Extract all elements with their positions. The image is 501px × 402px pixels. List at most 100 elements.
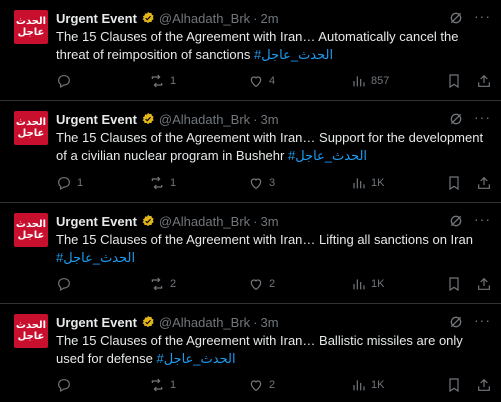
tweet-text: The 15 Clauses of the Agreement with Ira… xyxy=(56,231,490,267)
reply-icon xyxy=(58,379,70,393)
reply-icon xyxy=(58,75,70,89)
tweet[interactable]: الحدث عاجل Urgent Event @Alhadath_Brk · 3… xyxy=(0,304,501,402)
tweet-text: The 15 Clauses of the Agreement with Ira… xyxy=(56,28,490,64)
tweet-actions: 2 2 1K xyxy=(56,275,496,293)
more-icon[interactable]: ··· xyxy=(474,313,492,331)
views-count: 1K xyxy=(371,278,385,290)
like-button[interactable]: 2 xyxy=(248,376,275,394)
more-icon[interactable]: ··· xyxy=(474,212,492,230)
tweet[interactable]: الحدث عاجل Urgent Event @Alhadath_Brk · 3… xyxy=(0,101,501,203)
like-button[interactable]: 2 xyxy=(248,275,275,293)
views-count: 857 xyxy=(371,75,390,87)
tweet-body: The 15 Clauses of the Agreement with Ira… xyxy=(56,130,484,163)
views-icon xyxy=(353,380,365,391)
bookmark-button[interactable] xyxy=(446,72,462,90)
share-icon xyxy=(478,176,490,189)
share-icon xyxy=(478,378,490,391)
author-handle[interactable]: @Alhadath_Brk xyxy=(159,315,250,330)
bookmark-icon xyxy=(449,277,459,292)
reply-button[interactable] xyxy=(56,376,77,394)
tweet[interactable]: الحدث عاجل Urgent Event @Alhadath_Brk · 2… xyxy=(0,0,501,101)
repost-icon xyxy=(151,74,163,88)
hashtag-link[interactable]: #الحدث_عاجل xyxy=(156,351,235,366)
like-button[interactable]: 4 xyxy=(248,72,275,90)
hashtag-link[interactable]: #الحدث_عاجل xyxy=(254,47,333,62)
tweet[interactable]: الحدث عاجل Urgent Event @Alhadath_Brk · 3… xyxy=(0,203,501,304)
repost-button[interactable]: 1 xyxy=(149,376,176,394)
timeline-feed: الحدث عاجل Urgent Event @Alhadath_Brk · 2… xyxy=(0,0,501,402)
like-icon xyxy=(250,178,262,190)
tweet-text: The 15 Clauses of the Agreement with Ira… xyxy=(56,129,490,165)
tweet-header: Urgent Event @Alhadath_Brk · 3m xyxy=(56,212,279,230)
reply-icon xyxy=(58,278,70,292)
share-button[interactable] xyxy=(476,376,492,394)
author-name[interactable]: Urgent Event xyxy=(56,315,137,330)
grok-icon[interactable] xyxy=(448,314,464,330)
like-count: 2 xyxy=(269,379,276,391)
timestamp[interactable]: 3m xyxy=(261,315,279,330)
author-name[interactable]: Urgent Event xyxy=(56,112,137,127)
share-button[interactable] xyxy=(476,174,492,192)
bookmark-button[interactable] xyxy=(446,376,462,394)
repost-count: 2 xyxy=(170,278,177,290)
reply-count: 1 xyxy=(77,177,84,189)
like-button[interactable]: 3 xyxy=(248,174,275,192)
repost-count: 1 xyxy=(170,177,177,189)
tweet-header: Urgent Event @Alhadath_Brk · 3m xyxy=(56,313,279,331)
more-icon[interactable]: ··· xyxy=(474,9,492,27)
repost-button[interactable]: 2 xyxy=(149,275,176,293)
avatar[interactable]: الحدث عاجل xyxy=(14,111,48,145)
author-handle[interactable]: @Alhadath_Brk xyxy=(159,11,250,26)
views-button[interactable]: 857 xyxy=(350,72,389,90)
verified-badge-icon xyxy=(142,11,154,24)
grok-icon[interactable] xyxy=(448,10,464,26)
share-button[interactable] xyxy=(476,72,492,90)
author-name[interactable]: Urgent Event xyxy=(56,11,137,26)
timestamp[interactable]: 3m xyxy=(261,112,279,127)
timestamp[interactable]: 2m xyxy=(261,11,279,26)
avatar[interactable]: الحدث عاجل xyxy=(14,314,48,348)
like-count: 2 xyxy=(269,278,276,290)
bookmark-button[interactable] xyxy=(446,275,462,293)
reply-button[interactable]: 1 xyxy=(56,174,83,192)
bookmark-icon xyxy=(449,176,459,191)
bookmark-button[interactable] xyxy=(446,174,462,192)
share-icon xyxy=(478,74,490,87)
avatar[interactable]: الحدث عاجل xyxy=(14,10,48,44)
repost-button[interactable]: 1 xyxy=(149,174,176,192)
repost-icon xyxy=(151,378,163,392)
views-button[interactable]: 1K xyxy=(350,376,384,394)
like-icon xyxy=(250,76,262,88)
repost-icon xyxy=(151,176,163,190)
repost-button[interactable]: 1 xyxy=(149,72,176,90)
tweet-header: Urgent Event @Alhadath_Brk · 2m xyxy=(56,9,279,27)
hashtag-link[interactable]: #الحدث_عاجل xyxy=(288,148,367,163)
verified-badge-icon xyxy=(142,315,154,328)
grok-icon[interactable] xyxy=(448,213,464,229)
views-button[interactable]: 1K xyxy=(350,275,384,293)
like-icon xyxy=(250,380,262,392)
author-name[interactable]: Urgent Event xyxy=(56,214,137,229)
reply-button[interactable] xyxy=(56,72,77,90)
separator: · xyxy=(253,213,258,229)
reply-icon xyxy=(58,177,70,191)
bookmark-icon xyxy=(449,74,459,89)
verified-badge-icon xyxy=(142,214,154,227)
author-handle[interactable]: @Alhadath_Brk xyxy=(159,214,250,229)
grok-icon[interactable] xyxy=(448,111,464,127)
author-handle[interactable]: @Alhadath_Brk xyxy=(159,112,250,127)
views-button[interactable]: 1K xyxy=(350,174,384,192)
verified-badge-icon xyxy=(142,112,154,125)
more-icon[interactable]: ··· xyxy=(474,110,492,128)
timestamp[interactable]: 3m xyxy=(261,214,279,229)
share-button[interactable] xyxy=(476,275,492,293)
tweet-body: The 15 Clauses of the Agreement with Ira… xyxy=(56,232,473,247)
repost-count: 1 xyxy=(170,75,177,87)
avatar[interactable]: الحدث عاجل xyxy=(14,213,48,247)
separator: · xyxy=(253,111,258,127)
views-count: 1K xyxy=(371,177,385,189)
separator: · xyxy=(253,10,258,26)
hashtag-link[interactable]: #الحدث_عاجل xyxy=(56,250,135,265)
tweet-header: Urgent Event @Alhadath_Brk · 3m xyxy=(56,110,279,128)
reply-button[interactable] xyxy=(56,275,77,293)
